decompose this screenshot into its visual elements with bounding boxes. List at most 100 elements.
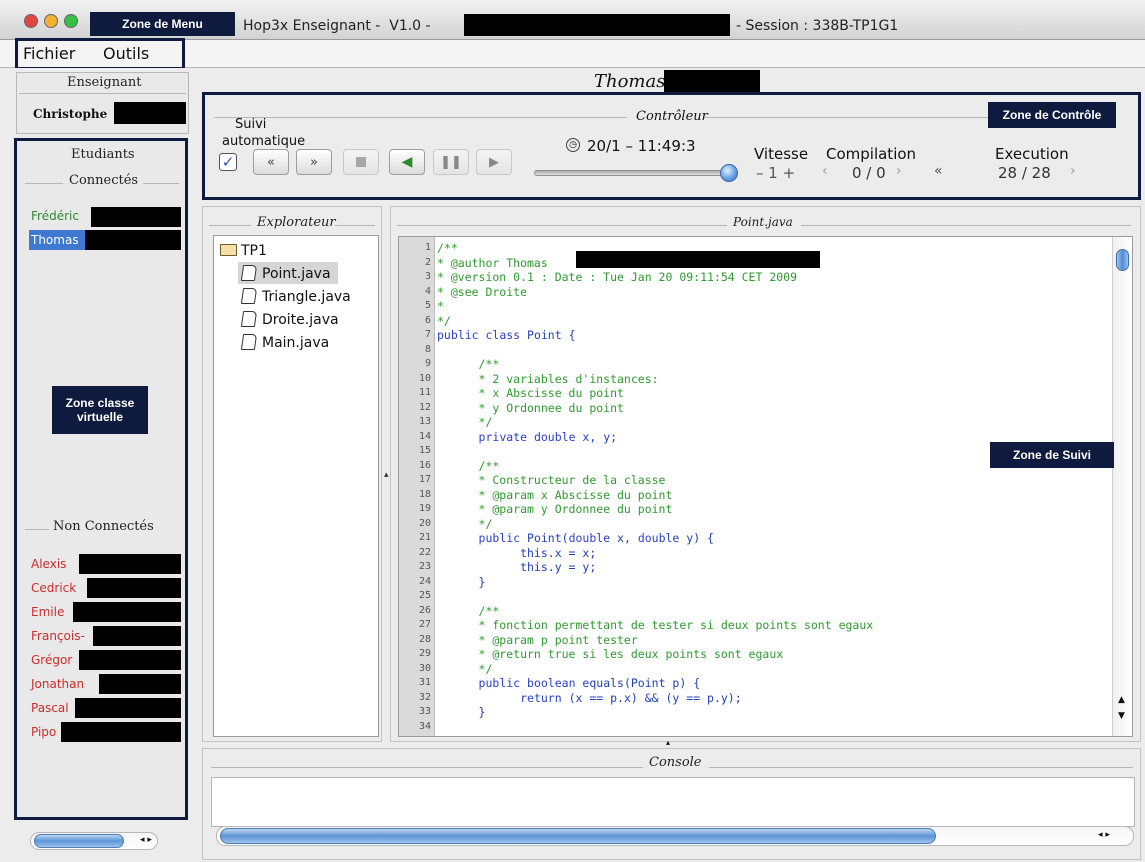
code-text: } [437,574,486,589]
code-text: * fonction permettant de tester si deux … [437,618,874,632]
tree-file-point[interactable]: Point.java [240,265,331,282]
class-zone-frame [14,138,188,820]
tree-file-main[interactable]: Main.java [240,334,330,351]
tree-file-droite[interactable]: Droite.java [240,311,339,328]
editor-separator-right [801,225,1131,226]
line-number: 29 [418,648,431,659]
scroll-up-icon[interactable]: ▲ [1118,695,1125,705]
code-text: public class Point { [437,328,576,342]
redaction-bar [464,14,730,36]
editor-separator-left [397,225,727,226]
line-number: 7 [424,329,431,340]
line-number: 5 [424,300,431,311]
line-number: 28 [418,633,431,645]
selected-student-name: Thomas [594,71,666,92]
code-text: /** [437,241,458,255]
scroll-down-icon[interactable]: ▼ [1118,711,1125,721]
tree-folder-tp1[interactable]: TP1 [220,243,267,259]
redaction-bar [114,102,186,124]
console-title: Console [649,755,702,770]
tree-file-label: Triangle.java [262,289,351,305]
splitter-handle-icon[interactable]: ▴ [384,470,389,480]
line-number: 9 [424,358,431,369]
code-text: return (x == p.x) && (y == p.y); [520,690,742,705]
tree-file-label: Droite.java [262,312,339,328]
line-number: 6 [424,314,431,326]
line-number: 26 [418,604,431,616]
student-list-hscroll-thumb[interactable] [34,834,124,848]
close-window-icon[interactable] [24,14,38,28]
file-icon [240,334,258,350]
line-number: 19 [418,503,431,514]
file-icon [240,288,258,304]
code-text: * @version 0.1 : Date : Tue Jan 20 09:11… [437,270,798,284]
line-number: 24 [418,575,431,587]
teacher-group-title: Enseignant [67,75,142,90]
line-number: 23 [418,561,431,572]
annotation-control-zone: Zone de Contrôle [988,102,1116,128]
code-text: * Constructeur de la classe [437,473,666,487]
editor-vscroll-thumb[interactable] [1116,249,1129,271]
line-number: 14 [418,430,431,442]
line-number: 30 [418,662,431,674]
line-number: 12 [418,401,431,413]
line-number: 22 [418,546,431,558]
line-number: 20 [418,517,431,529]
menu-zone-frame [15,38,185,70]
code-text: public boolean equals(Point p) { [478,676,701,690]
console-separator-right [709,767,1133,768]
code-text: * @param x Abscisse du point [437,487,673,502]
console-scroll-arrows-icon[interactable]: ◂ ▸ [1098,830,1110,840]
code-text: * @param p point tester [437,632,638,647]
file-icon [240,311,258,327]
minimize-window-icon[interactable] [44,14,58,28]
annotation-tracking-zone: Zone de Suivi [990,442,1114,468]
code-text: /** [437,458,500,473]
code-editor[interactable]: 1 /** 2 * @author Thomas 3 * @version 0.1 : D… [398,236,1133,737]
zoom-window-icon[interactable] [64,14,78,28]
console-splitter-icon[interactable]: ▴ [666,738,670,747]
editor-vscrollbar[interactable]: ▲ ▼ [1112,237,1132,736]
code-text: /** [437,603,500,618]
code-text: */ [437,415,493,429]
console-separator-left [211,767,643,768]
code-text: * [437,299,444,313]
line-number: 1 [424,242,431,253]
tree-file-label: Point.java [262,266,331,282]
code-text: * y Ordonnee du point [437,400,624,415]
tree-file-label: Main.java [262,335,330,351]
folder-icon [220,244,237,256]
code-text: */ [437,516,493,531]
annotation-menu-zone: Zone de Menu [90,12,235,36]
window-title-app: Hop3x Enseignant - V1.0 - [243,18,431,34]
explorer-panel: Explorateur [202,206,382,742]
code-text: * @author Thomas [437,255,548,270]
line-number: 8 [424,343,431,355]
tree-file-triangle[interactable]: Triangle.java [240,288,351,305]
line-number: 25 [418,590,431,601]
console-output[interactable] [211,777,1135,827]
code-text: this.y = y; [437,560,597,574]
code-text: public Point(double x, double y) { [478,531,714,545]
scroll-arrows-icon[interactable]: ◂ ▸ [140,835,152,845]
code-text: this.x = x; [437,545,597,560]
teacher-name: Christophe [33,107,108,121]
line-number: 31 [418,677,431,688]
teacher-panel: Enseignant Christophe [16,72,189,134]
code-text: } [437,705,486,719]
tree-folder-label: TP1 [241,243,267,259]
code-text: * x Abscisse du point [437,386,624,400]
console-hscroll-thumb[interactable] [220,828,936,844]
explorer-title: Explorateur [257,215,336,230]
code-text: * 2 variables d'instances: [437,371,659,386]
code-text: * @see Droite [437,284,528,299]
annotation-class-zone-line1: Zone classe [65,396,135,410]
file-icon [240,265,258,281]
redaction-bar [576,251,820,268]
line-number: 3 [424,271,431,282]
line-number: 15 [418,445,431,456]
line-number: 11 [418,387,431,398]
window-title-session: - Session : 338B-TP1G1 [736,18,899,34]
explorer-separator-right [335,225,375,226]
line-number: 13 [418,416,431,427]
